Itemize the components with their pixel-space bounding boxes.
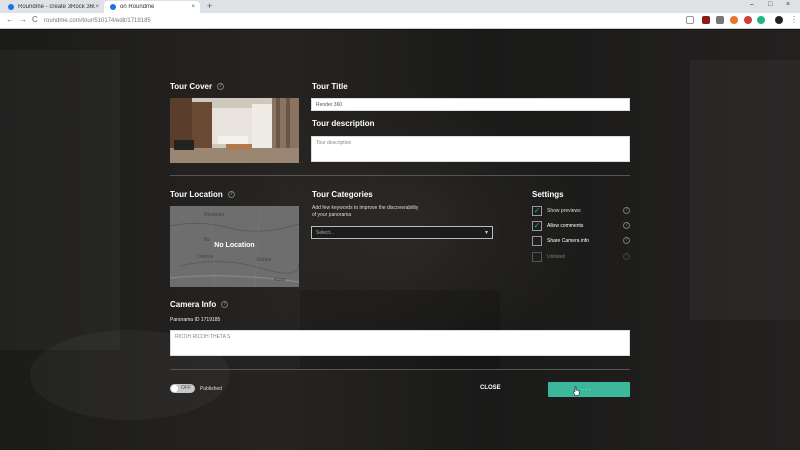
save-button[interactable]: . . . [548, 382, 630, 397]
no-location-label: No Location [214, 242, 255, 249]
setting-share-camera-info[interactable]: Share Camera info ? [532, 236, 630, 246]
window-close-icon[interactable]: × [786, 1, 790, 8]
map-place-label: Ruse [274, 277, 286, 283]
extension-icon[interactable] [730, 16, 738, 24]
save-loading-indicator: . . . [582, 386, 591, 392]
publish-status-text: Published [200, 386, 222, 392]
settings-heading: Settings [532, 190, 564, 199]
categories-select[interactable]: Select... ▾ [311, 226, 493, 239]
browser-tab-label: on Roundme [120, 4, 155, 10]
cover-thumbnail-graphic [170, 98, 299, 163]
setting-label: Allow comments [547, 223, 584, 229]
help-icon[interactable]: ? [623, 207, 630, 214]
address-bar: ← → C roundme.com/tour/510174/edit/17191… [0, 13, 800, 29]
tour-categories-heading: Tour Categories [312, 190, 373, 199]
tab-close-icon[interactable]: × [95, 4, 99, 10]
categories-hint-line-1: Add few keywords to improve the discover… [312, 205, 419, 211]
forward-icon[interactable]: → [19, 15, 27, 24]
help-icon[interactable]: ? [623, 237, 630, 244]
help-icon[interactable]: ? [623, 222, 630, 229]
publish-toggle[interactable]: OFF [170, 384, 195, 393]
hand-cursor-icon [573, 386, 580, 396]
toggle-knob [171, 385, 178, 392]
categories-select-value: Select... [316, 230, 335, 236]
browser-tab-1[interactable]: Roundme - create 3Rock 360 VR × [2, 1, 104, 13]
url-field[interactable]: roundme.com/tour/510174/edit/1719185 [44, 16, 680, 26]
share-camera-info-checkbox[interactable] [532, 236, 542, 246]
extension-icon[interactable] [757, 16, 765, 24]
tour-cover-title: Tour Cover [170, 82, 213, 91]
profile-avatar-icon[interactable] [775, 16, 783, 24]
star-icon[interactable] [686, 16, 694, 24]
close-button[interactable]: CLOSE [480, 385, 501, 391]
browser-tab-label: Roundme - create 3Rock 360 VR [18, 4, 96, 10]
categories-hint-line-2: of your panorama [312, 212, 352, 218]
camera-info-input[interactable]: RICOH RICOH THETA S [170, 330, 630, 356]
tour-location-heading: Tour Location? [170, 190, 235, 199]
setting-show-previews[interactable]: ✓ Show previews ? [532, 206, 630, 216]
setting-label: Show previews [547, 208, 581, 214]
minimize-icon[interactable]: – [750, 1, 754, 8]
maximize-icon[interactable]: □ [768, 1, 772, 8]
background-wall [690, 60, 800, 320]
location-map[interactable]: Romania Bu Craiova Slatina Ruse No Locat… [170, 206, 299, 287]
chevron-down-icon: ▾ [484, 230, 488, 236]
extension-icon[interactable] [702, 16, 710, 24]
map-place-label: Romania [204, 212, 225, 218]
extension-icon[interactable] [744, 16, 752, 24]
camera-info-heading: Camera Info? [170, 300, 229, 309]
reload-icon[interactable]: C [32, 15, 38, 24]
setting-unlisted[interactable]: Unlisted ? [532, 252, 630, 262]
setting-allow-comments[interactable]: ✓ Allow comments ? [532, 221, 630, 231]
help-icon[interactable]: ? [221, 301, 229, 309]
tour-description-input[interactable]: Tour description [311, 136, 630, 162]
panorama-id: Panorama ID 1719185 [170, 317, 221, 323]
show-previews-checkbox[interactable]: ✓ [532, 206, 542, 216]
section-divider [170, 175, 630, 176]
map-place-label: Craiova [196, 254, 214, 260]
menu-kebab-icon[interactable]: ⋮ [790, 15, 798, 24]
tour-title-heading: Tour Title [312, 82, 348, 91]
help-icon[interactable]: ? [217, 83, 225, 91]
help-icon[interactable]: ? [623, 253, 630, 260]
toggle-state-label: OFF [181, 385, 191, 391]
help-icon[interactable]: ? [227, 191, 235, 199]
tour-cover-heading: Tour Cover? [170, 82, 225, 91]
background-scene [0, 30, 800, 450]
back-icon[interactable]: ← [6, 15, 14, 24]
background-wall [0, 50, 120, 350]
new-tab-icon[interactable]: + [207, 1, 212, 11]
setting-label: Share Camera info [547, 238, 589, 244]
camera-info-title: Camera Info [170, 300, 217, 309]
map-place-label: Slatina [256, 257, 272, 263]
roundme-favicon-icon [110, 4, 116, 10]
setting-label: Unlisted [547, 254, 566, 260]
extension-icon[interactable] [716, 16, 724, 24]
tour-description-heading: Tour description [312, 119, 375, 128]
section-divider [170, 369, 630, 370]
tour-location-title: Tour Location [170, 190, 223, 199]
unlisted-checkbox[interactable] [532, 252, 542, 262]
browser-tab-2[interactable]: on Roundme × [104, 1, 200, 13]
browser-tab-bar: Roundme - create 3Rock 360 VR × on Round… [0, 0, 800, 13]
tour-cover-image[interactable] [170, 98, 299, 163]
roundme-favicon-icon [8, 4, 14, 10]
allow-comments-checkbox[interactable]: ✓ [532, 221, 542, 231]
tour-title-input[interactable]: Render 360 [311, 98, 630, 111]
tab-close-icon[interactable]: × [191, 4, 195, 10]
